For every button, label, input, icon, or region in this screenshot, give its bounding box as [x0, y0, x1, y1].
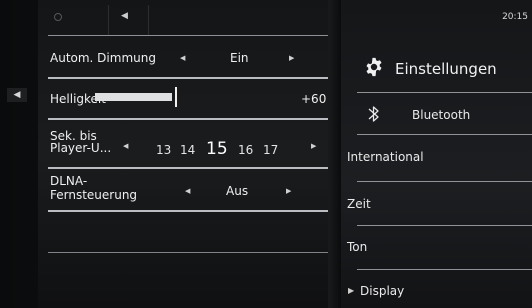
top-bar — [40, 5, 328, 35]
top-divider — [48, 35, 328, 36]
row-divider — [48, 167, 328, 169]
row-dlna[interactable]: DLNA- Fernsteuerung ◀ Aus ▶ — [48, 174, 328, 210]
settings-item-bluetooth[interactable]: Bluetooth — [412, 108, 470, 122]
left-arrow-icon[interactable]: ◀ — [185, 187, 190, 195]
option-15-selected[interactable]: 15 — [206, 139, 228, 159]
settings-item-display[interactable]: Display — [360, 284, 404, 298]
settings-panel: 20:15 Einstellungen Bluetooth Internatio… — [341, 0, 532, 308]
settings-divider — [357, 92, 532, 93]
row-label-line2: Fernsteuerung — [50, 188, 138, 202]
settings-title: Einstellungen — [395, 60, 497, 78]
option-17[interactable]: 17 — [263, 143, 278, 157]
caret-right-icon: ▶ — [348, 286, 355, 295]
left-arrow-icon[interactable]: ◀ — [123, 142, 128, 150]
settings-divider — [357, 134, 532, 135]
settings-item-zeit[interactable]: Zeit — [347, 197, 371, 211]
settings-item-ton[interactable]: Ton — [347, 240, 367, 254]
right-arrow-icon[interactable]: ▶ — [286, 187, 291, 195]
settings-divider — [357, 181, 532, 182]
speaker-icon: ◀ — [121, 11, 128, 21]
dot-icon — [54, 13, 62, 21]
clock: 20:15 — [502, 12, 528, 22]
brightness-value: +60 — [301, 92, 327, 106]
row-label-line2: Player-U... — [50, 141, 112, 155]
left-arrow-icon[interactable]: ◀ — [180, 54, 185, 62]
settings-divider — [357, 225, 532, 226]
row-divider — [48, 118, 328, 120]
bluetooth-icon — [368, 106, 379, 122]
tab-1[interactable] — [72, 5, 109, 35]
row-divider — [48, 252, 328, 253]
tab-3[interactable] — [148, 5, 328, 35]
settings-divider — [357, 269, 532, 270]
settings-item-international[interactable]: International — [347, 150, 424, 164]
row-helligkeit[interactable]: Helligkeit +60 — [48, 88, 328, 112]
left-arrow-button[interactable]: ◀ — [7, 88, 27, 102]
row-autom-dimmung[interactable]: Autom. Dimmung ◀ Ein ▶ — [48, 48, 328, 72]
option-13[interactable]: 13 — [156, 143, 171, 157]
brightness-slider-thumb[interactable] — [175, 87, 177, 107]
brightness-slider[interactable] — [95, 93, 172, 101]
screen: ◀ ◀ Autom. Dimmung ◀ Ein ▶ Helligkeit +6… — [0, 0, 532, 308]
row-divider — [48, 210, 328, 212]
row-value: Ein — [230, 51, 249, 65]
row-label-line1: DLNA- — [50, 174, 88, 188]
right-arrow-icon[interactable]: ▶ — [311, 142, 316, 150]
row-value: Aus — [226, 184, 249, 198]
option-16[interactable]: 16 — [238, 143, 253, 157]
row-divider — [48, 77, 328, 79]
row-label: Autom. Dimmung — [50, 51, 156, 65]
gear-icon — [366, 57, 382, 77]
right-arrow-icon[interactable]: ▶ — [289, 54, 294, 62]
row-sek-bis-player[interactable]: Sek. bis Player-U... ◀ 13 14 15 16 17 ▶ — [48, 126, 328, 162]
option-14[interactable]: 14 — [180, 143, 195, 157]
